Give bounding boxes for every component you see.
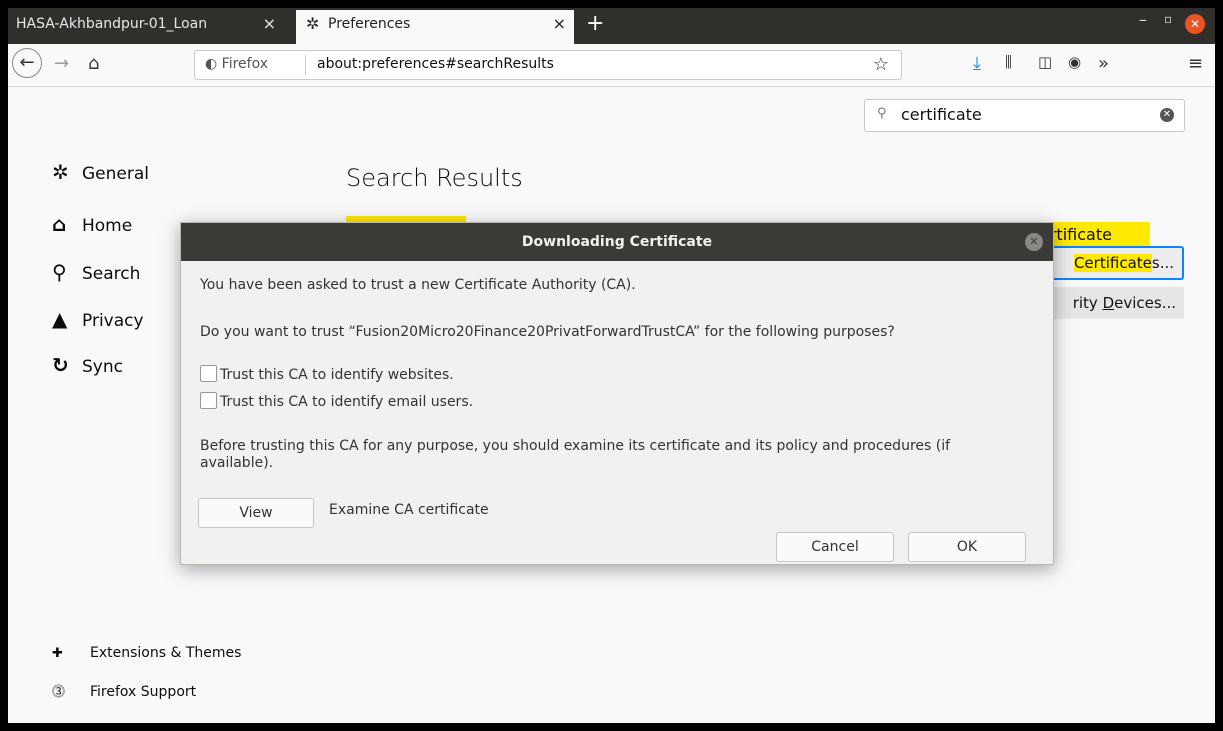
- home-icon: ⌂: [52, 212, 67, 236]
- library-icon[interactable]: ⫼: [1005, 53, 1012, 71]
- window-close-button[interactable]: ✕: [1185, 14, 1205, 34]
- account-icon[interactable]: ◉: [1068, 53, 1081, 71]
- search-value: certificate: [901, 105, 982, 124]
- sidebar-item-label: Sync: [82, 357, 123, 377]
- close-icon[interactable]: ×: [553, 10, 566, 38]
- url-text: about:preferences#searchResults: [317, 56, 554, 72]
- checkbox-label: Trust this CA to identify email users.: [220, 394, 474, 410]
- sidebar-item-search[interactable]: ⚲ Search: [52, 260, 140, 284]
- help-icon: ⓷: [52, 685, 66, 700]
- puzzle-icon: ✚: [52, 646, 63, 661]
- ok-button[interactable]: OK: [908, 532, 1026, 562]
- sidebar-icon[interactable]: ◫: [1038, 53, 1052, 71]
- identity-label: ◐ Firefox: [205, 56, 268, 72]
- sidebar-item-sync[interactable]: ↻ Sync: [52, 353, 123, 377]
- cancel-button[interactable]: Cancel: [776, 532, 894, 562]
- download-icon[interactable]: ⤓: [973, 53, 981, 74]
- url-bar[interactable]: ◐ Firefox about:preferences#searchResult…: [194, 50, 902, 80]
- close-icon[interactable]: ✕: [1025, 233, 1043, 251]
- view-description: Examine CA certificate: [329, 502, 489, 518]
- tab-label: Preferences: [328, 16, 411, 32]
- trust-websites-checkbox[interactable]: Trust this CA to identify websites.: [200, 365, 454, 383]
- gear-icon: ✲: [306, 14, 320, 33]
- dialog-title: Downloading Certificate: [181, 223, 1053, 261]
- url-divider: [305, 55, 306, 75]
- tab-preferences[interactable]: ✲ Preferences ×: [296, 10, 574, 44]
- clear-icon[interactable]: ✕: [1160, 108, 1174, 122]
- page-title: Search Results: [346, 164, 523, 192]
- button-label-rest: s...: [1151, 254, 1174, 272]
- forward-icon[interactable]: →: [54, 53, 69, 74]
- checkbox-box[interactable]: [200, 392, 217, 409]
- minimize-button[interactable]: –: [1139, 10, 1147, 29]
- sidebar-item-privacy[interactable]: ▲ Privacy: [52, 307, 144, 331]
- search-icon: ⚲: [877, 106, 887, 121]
- close-icon[interactable]: ×: [263, 8, 276, 40]
- sidebar-item-label: General: [82, 164, 149, 184]
- checkbox-label: Trust this CA to identify websites.: [220, 367, 454, 383]
- dialog-advice: Before trusting this CA for any purpose,…: [200, 438, 951, 471]
- tab-bar: HASA-Akhbandpur-01_Loan × ✲ Preferences …: [8, 8, 1215, 44]
- tab-loan[interactable]: HASA-Akhbandpur-01_Loan ×: [8, 8, 286, 44]
- button-label-pre: rity: [1072, 294, 1103, 312]
- sidebar-item-home[interactable]: ⌂ Home: [52, 212, 132, 236]
- button-label-accesskey: D: [1102, 294, 1115, 312]
- sidebar-footer-support[interactable]: ⓷ Firefox Support: [52, 681, 196, 700]
- gear-icon: ✲: [52, 160, 69, 184]
- bookmark-star-icon[interactable]: ☆: [873, 54, 889, 75]
- footer-label: Extensions & Themes: [90, 645, 242, 661]
- sidebar-item-general[interactable]: ✲ General: [52, 160, 149, 184]
- checkbox-box[interactable]: [200, 365, 217, 382]
- trust-email-checkbox[interactable]: Trust this CA to identify email users.: [200, 392, 473, 410]
- button-label-highlight: Certificate: [1073, 254, 1152, 272]
- firefox-window: HASA-Akhbandpur-01_Loan × ✲ Preferences …: [8, 8, 1215, 723]
- identity-text: Firefox: [221, 56, 269, 72]
- lock-icon: ▲: [52, 307, 68, 331]
- sidebar-item-label: Search: [82, 264, 141, 284]
- maximize-button[interactable]: ▫: [1164, 12, 1172, 26]
- search-icon: ⚲: [52, 260, 67, 284]
- preferences-search-input[interactable]: ⚲ certificate ✕: [864, 99, 1185, 132]
- sidebar-footer-extensions[interactable]: ✚ Extensions & Themes: [52, 645, 241, 661]
- firefox-icon: ◐: [205, 56, 218, 72]
- sidebar-item-label: Privacy: [82, 311, 144, 331]
- home-icon[interactable]: ⌂: [88, 53, 99, 74]
- tab-label: HASA-Akhbandpur-01_Loan: [16, 16, 208, 32]
- dialog-question: Do you want to trust “Fusion20Micro20Fin…: [200, 324, 895, 340]
- sidebar-item-label: Home: [82, 216, 133, 236]
- footer-label: Firefox Support: [90, 684, 197, 700]
- overflow-icon[interactable]: »: [1098, 53, 1109, 74]
- menu-icon[interactable]: ≡: [1188, 53, 1203, 74]
- nav-bar: ← → ⌂ ◐ Firefox about:preferences#search…: [8, 44, 1215, 87]
- back-icon[interactable]: ←: [12, 48, 42, 78]
- sync-icon: ↻: [52, 353, 69, 377]
- view-button[interactable]: View: [198, 498, 314, 528]
- new-tab-button[interactable]: +: [586, 8, 604, 40]
- button-label-post: evices...: [1114, 294, 1176, 312]
- dialog-intro: You have been asked to trust a new Certi…: [200, 277, 636, 293]
- download-certificate-dialog: Downloading Certificate ✕ You have been …: [180, 222, 1054, 565]
